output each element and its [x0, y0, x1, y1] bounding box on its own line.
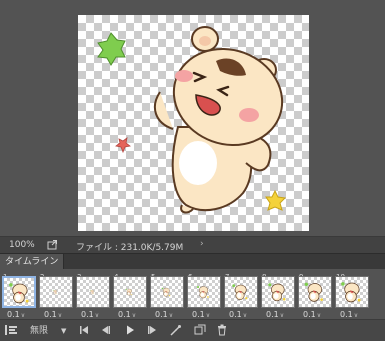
- animation-frame[interactable]: 40.1∨: [113, 273, 147, 321]
- frame-thumbnail[interactable]: [39, 276, 73, 308]
- status-menu-arrow[interactable]: ›: [200, 239, 204, 249]
- frame-preview-icon: [89, 289, 95, 295]
- chevron-down-icon: ∨: [168, 312, 174, 319]
- convert-timeline-icon[interactable]: [4, 324, 18, 338]
- next-frame-icon[interactable]: [146, 324, 158, 338]
- play-icon[interactable]: [124, 324, 136, 338]
- document-canvas-area: [0, 0, 385, 236]
- tab-timeline[interactable]: タイムライン: [0, 254, 65, 270]
- frame-thumbnail[interactable]: [224, 276, 258, 308]
- timeline-panel: 10.1∨20.1∨30.1∨40.1∨50.1∨60.1∨70.1∨80.1∨…: [0, 269, 385, 341]
- tween-icon[interactable]: [170, 324, 182, 338]
- frame-delay-value: 0.1: [7, 310, 20, 319]
- frame-delay-value: 0.1: [303, 310, 316, 319]
- loop-option-label: 無限: [30, 326, 49, 336]
- chevron-down-icon: ∨: [279, 312, 285, 319]
- chevron-down-icon: ∨: [353, 312, 359, 319]
- chevron-down-icon: ∨: [131, 312, 137, 319]
- animation-frame[interactable]: 90.1∨: [298, 273, 332, 321]
- status-bar: 100% ファイル : 231.0K/5.79M ›: [0, 236, 385, 253]
- chevron-down-icon: ∨: [20, 312, 26, 319]
- frame-delay-select[interactable]: 0.1∨: [7, 310, 25, 319]
- frame-thumbnail[interactable]: [261, 276, 295, 308]
- animation-frame[interactable]: 100.1∨: [335, 273, 369, 321]
- frame-delay-select[interactable]: 0.1∨: [155, 310, 173, 319]
- frame-delay-value: 0.1: [266, 310, 279, 319]
- frame-delay-select[interactable]: 0.1∨: [266, 310, 284, 319]
- frame-delay-value: 0.1: [81, 310, 94, 319]
- trash-icon[interactable]: [216, 324, 228, 338]
- frame-preview-icon: [268, 283, 286, 302]
- frame-delay-select[interactable]: 0.1∨: [192, 310, 210, 319]
- chevron-down-icon: ∨: [242, 312, 248, 319]
- chevron-down-icon: ∨: [205, 312, 211, 319]
- animation-frame[interactable]: 20.1∨: [39, 273, 73, 321]
- frame-delay-select[interactable]: 0.1∨: [81, 310, 99, 319]
- animation-frame[interactable]: 60.1∨: [187, 273, 221, 321]
- frame-thumbnail[interactable]: [335, 276, 369, 308]
- frame-delay-select[interactable]: 0.1∨: [303, 310, 321, 319]
- frame-thumbnail[interactable]: [150, 276, 184, 308]
- frame-delay-select[interactable]: 0.1∨: [118, 310, 136, 319]
- zoom-level[interactable]: 100%: [9, 240, 35, 250]
- photoshop-window: 100% ファイル : 231.0K/5.79M › タイムライン 10.1∨2…: [0, 0, 385, 341]
- previous-frame-icon[interactable]: [100, 324, 112, 338]
- frame-preview-icon: [161, 287, 171, 297]
- document-size-info[interactable]: ファイル : 231.0K/5.79M: [76, 240, 183, 253]
- animation-frame[interactable]: 80.1∨: [261, 273, 295, 321]
- frame-preview-icon: [341, 282, 361, 303]
- loop-options-select[interactable]: 無限 ▼: [26, 324, 70, 338]
- frame-preview-icon: [52, 289, 58, 295]
- frame-thumbnail[interactable]: [2, 276, 36, 308]
- frame-delay-value: 0.1: [118, 310, 131, 319]
- animation-frame[interactable]: 50.1∨: [150, 273, 184, 321]
- duplicate-frame-icon[interactable]: [194, 324, 206, 338]
- timeline-panel-header: タイムライン: [0, 253, 385, 270]
- chevron-down-icon: ∨: [316, 312, 322, 319]
- frame-delay-value: 0.1: [340, 310, 353, 319]
- frame-delay-value: 0.1: [44, 310, 57, 319]
- hamster-illustration: [97, 26, 287, 214]
- export-icon[interactable]: [47, 239, 58, 250]
- frame-preview-icon: [196, 285, 209, 299]
- frame-delay-value: 0.1: [229, 310, 242, 319]
- animation-frame[interactable]: 10.1∨: [2, 273, 36, 321]
- frame-preview-icon: [9, 283, 29, 304]
- frame-delay-select[interactable]: 0.1∨: [229, 310, 247, 319]
- frame-preview-icon: [125, 288, 133, 296]
- document-canvas[interactable]: [78, 15, 309, 231]
- first-frame-icon[interactable]: [78, 324, 90, 338]
- chevron-down-icon: ∨: [57, 312, 63, 319]
- frame-delay-select[interactable]: 0.1∨: [44, 310, 62, 319]
- chevron-down-icon: ▼: [61, 327, 67, 335]
- frame-thumbnail[interactable]: [113, 276, 147, 308]
- chevron-down-icon: ∨: [94, 312, 100, 319]
- timeline-toolbar: 無限 ▼: [0, 319, 385, 341]
- animation-frame[interactable]: 30.1∨: [76, 273, 110, 321]
- frame-thumbnail[interactable]: [76, 276, 110, 308]
- frame-delay-select[interactable]: 0.1∨: [340, 310, 358, 319]
- frame-thumbnail[interactable]: [298, 276, 332, 308]
- frame-preview-icon: [304, 282, 324, 302]
- animation-frame[interactable]: 70.1∨: [224, 273, 258, 321]
- frame-delay-value: 0.1: [192, 310, 205, 319]
- frame-thumbnail[interactable]: [187, 276, 221, 308]
- frame-delay-value: 0.1: [155, 310, 168, 319]
- frame-preview-icon: [232, 284, 248, 300]
